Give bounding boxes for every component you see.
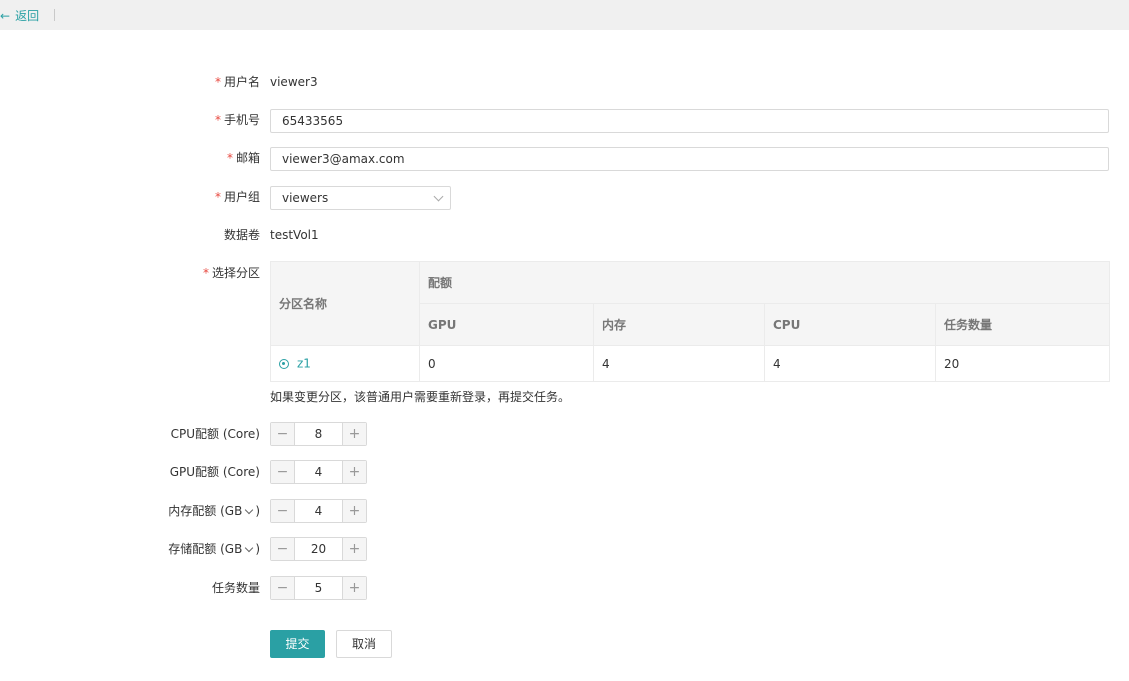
username-value: viewer3 bbox=[270, 75, 318, 89]
phone-input[interactable]: 65433565 bbox=[270, 109, 1109, 133]
required-mark: * bbox=[202, 266, 209, 280]
back-label: 返回 bbox=[15, 9, 40, 23]
partition-name-cell: z1 bbox=[270, 345, 420, 382]
decrement-button[interactable]: − bbox=[271, 461, 295, 483]
task-count-stepper: − 5 + bbox=[270, 576, 367, 600]
volume-value: testVol1 bbox=[270, 228, 319, 242]
group-label: * 用户组 bbox=[214, 190, 260, 204]
cpu-quota-label: CPU配额 (Core) bbox=[170, 427, 260, 441]
back-arrow-icon: ← bbox=[0, 8, 11, 23]
increment-button[interactable]: + bbox=[342, 500, 366, 522]
storage-quota-label: 存储配额 (GB) bbox=[168, 542, 260, 556]
unit-dropdown-icon[interactable] bbox=[245, 505, 254, 515]
email-input[interactable]: viewer3@amax.com bbox=[270, 147, 1109, 171]
required-mark: * bbox=[214, 190, 221, 204]
task-count-cell: 20 bbox=[934, 345, 1111, 382]
submit-button[interactable]: 提交 bbox=[270, 630, 325, 658]
gpu-quota-stepper: − 4 + bbox=[270, 460, 367, 484]
memory-cell: 4 bbox=[593, 345, 765, 382]
task-count-label: 任务数量 bbox=[211, 581, 260, 595]
task-count-header: 任务数量 bbox=[934, 303, 1111, 346]
increment-button[interactable]: + bbox=[342, 577, 366, 599]
cancel-button[interactable]: 取消 bbox=[336, 630, 392, 658]
partition-label: * 选择分区 bbox=[202, 266, 260, 280]
storage-quota-input[interactable]: 20 bbox=[295, 538, 342, 560]
partition-table: 分区名称 配额 GPU 内存 CPU 任务数量 z1 0 4 4 20 bbox=[270, 261, 1111, 382]
top-bar: ← 返回 bbox=[0, 0, 1129, 30]
required-mark: * bbox=[214, 113, 221, 127]
memory-header: 内存 bbox=[593, 303, 765, 346]
group-select[interactable]: viewers bbox=[270, 186, 451, 210]
divider bbox=[54, 9, 55, 21]
decrement-button[interactable]: − bbox=[271, 423, 295, 445]
increment-button[interactable]: + bbox=[342, 538, 366, 560]
phone-label: * 手机号 bbox=[214, 113, 260, 127]
partition-hint: 如果变更分区，该普通用户需要重新登录，再提交任务。 bbox=[270, 390, 571, 404]
partition-name-header: 分区名称 bbox=[270, 261, 420, 346]
table-row[interactable]: z1 0 4 4 20 bbox=[270, 345, 1111, 382]
cpu-quota-stepper: − 8 + bbox=[270, 422, 367, 446]
decrement-button[interactable]: − bbox=[271, 538, 295, 560]
gpu-quota-label: GPU配额 (Core) bbox=[169, 465, 260, 479]
memory-quota-label: 内存配额 (GB) bbox=[168, 504, 260, 518]
unit-dropdown-icon[interactable] bbox=[245, 543, 254, 553]
partition-name: z1 bbox=[297, 356, 311, 371]
required-mark: * bbox=[226, 151, 233, 165]
chevron-down-icon bbox=[433, 191, 444, 202]
partition-radio[interactable] bbox=[279, 358, 289, 369]
storage-quota-stepper: − 20 + bbox=[270, 537, 367, 561]
decrement-button[interactable]: − bbox=[271, 500, 295, 522]
cpu-cell: 4 bbox=[764, 345, 936, 382]
memory-quota-stepper: − 4 + bbox=[270, 499, 367, 523]
gpu-cell: 0 bbox=[419, 345, 594, 382]
group-select-value: viewers bbox=[282, 191, 329, 205]
cpu-quota-input[interactable]: 8 bbox=[295, 423, 342, 445]
gpu-header: GPU bbox=[419, 303, 594, 346]
required-mark: * bbox=[214, 75, 221, 89]
quota-header: 配额 bbox=[418, 261, 1111, 304]
back-link[interactable]: ← 返回 bbox=[0, 7, 39, 24]
memory-quota-input[interactable]: 4 bbox=[295, 500, 342, 522]
gpu-quota-input[interactable]: 4 bbox=[295, 461, 342, 483]
increment-button[interactable]: + bbox=[342, 461, 366, 483]
username-label: * 用户名 bbox=[214, 75, 260, 89]
increment-button[interactable]: + bbox=[342, 423, 366, 445]
task-count-input[interactable]: 5 bbox=[295, 577, 342, 599]
cpu-header: CPU bbox=[764, 303, 936, 346]
volume-label: 数据卷 bbox=[223, 228, 260, 242]
email-label: * 邮箱 bbox=[226, 151, 260, 165]
decrement-button[interactable]: − bbox=[271, 577, 295, 599]
